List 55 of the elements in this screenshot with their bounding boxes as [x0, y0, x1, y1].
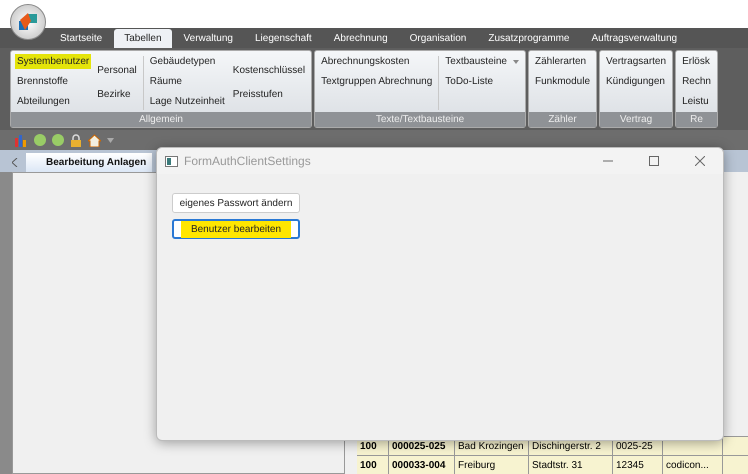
ribbon-button[interactable]: Textbausteine	[443, 54, 521, 69]
lock-icon[interactable]	[70, 134, 82, 146]
ribbon-button[interactable]: Erlösk	[680, 54, 713, 69]
ribbon-button[interactable]: Rechn	[680, 74, 713, 89]
ribbon-button[interactable]: ToDo-Liste	[443, 74, 521, 89]
circle-button-icon[interactable]	[34, 134, 46, 146]
ribbon-tab[interactable]: Liegenschaft	[245, 29, 322, 48]
table-cell: Stadtstr. 31	[529, 456, 613, 474]
dropdown-arrow-icon	[512, 60, 519, 64]
close-icon[interactable]	[695, 156, 705, 166]
ribbon-button[interactable]: Gebäudetypen	[148, 54, 227, 69]
group-title: Re	[676, 112, 717, 127]
table-cell: 000033-004	[389, 456, 455, 474]
ribbon-tab[interactable]: Verwaltung	[174, 29, 243, 48]
dialog-button[interactable]: Benutzer bearbeiten	[172, 219, 300, 239]
circle-button-icon[interactable]	[52, 134, 64, 146]
group-title: Texte/Textbausteine	[315, 112, 525, 127]
ribbon-button[interactable]: Bezirke	[95, 87, 139, 102]
ribbon-button[interactable]: Lage Nutzeinheit	[148, 94, 227, 109]
ribbon-tab[interactable]: Zusatzprogramme	[478, 29, 580, 48]
dialog-button[interactable]: eigenes Passwort ändern	[172, 193, 300, 213]
ribbon-button[interactable]: Preisstufen	[230, 87, 308, 102]
dropdown-arrow-icon[interactable]	[107, 138, 114, 142]
maximize-icon[interactable]	[649, 156, 659, 166]
ribbon-tab[interactable]: Auftragsverwaltung	[582, 29, 688, 48]
table-cell: 12345	[613, 456, 663, 474]
ribbon-button[interactable]: Zählerarten	[532, 54, 592, 69]
group-title: Vertrag	[600, 112, 672, 127]
ribbon-tab[interactable]: Startseite	[50, 29, 112, 48]
window-icon	[165, 156, 178, 166]
group-title: Zähler	[528, 112, 596, 127]
ribbon-button[interactable]: Vertragsarten	[604, 54, 668, 69]
ribbon-button[interactable]: Systembenutzer	[15, 54, 92, 69]
ribbon-button[interactable]: Funkmodule	[532, 74, 592, 89]
home-icon[interactable]	[88, 134, 101, 146]
document-tab[interactable]: Bearbeitung Anlagen	[26, 153, 152, 172]
ribbon-tab[interactable]: Organisation	[400, 29, 476, 48]
ribbon-button[interactable]: Brennstoffe	[15, 74, 92, 89]
ribbon-button[interactable]: Leistu	[680, 94, 713, 109]
table-cell: Freiburg	[455, 456, 529, 474]
ribbon-button[interactable]: Abteilungen	[15, 94, 92, 109]
group-title: Allgemein	[11, 112, 312, 127]
window-title: FormAuthClientSettings	[184, 153, 311, 170]
scroll-left-icon[interactable]	[12, 158, 18, 167]
ribbon-button[interactable]: Personal	[95, 63, 139, 78]
ribbon-button[interactable]: Kündigungen	[604, 74, 668, 89]
table-cell: codicon...	[663, 456, 723, 474]
ribbon-button[interactable]: Abrechnungskosten	[319, 54, 434, 69]
ribbon-button[interactable]: Kostenschlüssel	[230, 63, 308, 78]
bar-chart-icon[interactable]	[14, 133, 28, 147]
ribbon-button[interactable]: Textgruppen Abrechnung	[319, 74, 434, 89]
ribbon-tab[interactable]: Abrechnung	[324, 29, 398, 48]
ribbon-button[interactable]: Räume	[148, 74, 227, 89]
ribbon-tab[interactable]: Tabellen	[114, 29, 172, 48]
table-cell: 100	[357, 456, 389, 474]
